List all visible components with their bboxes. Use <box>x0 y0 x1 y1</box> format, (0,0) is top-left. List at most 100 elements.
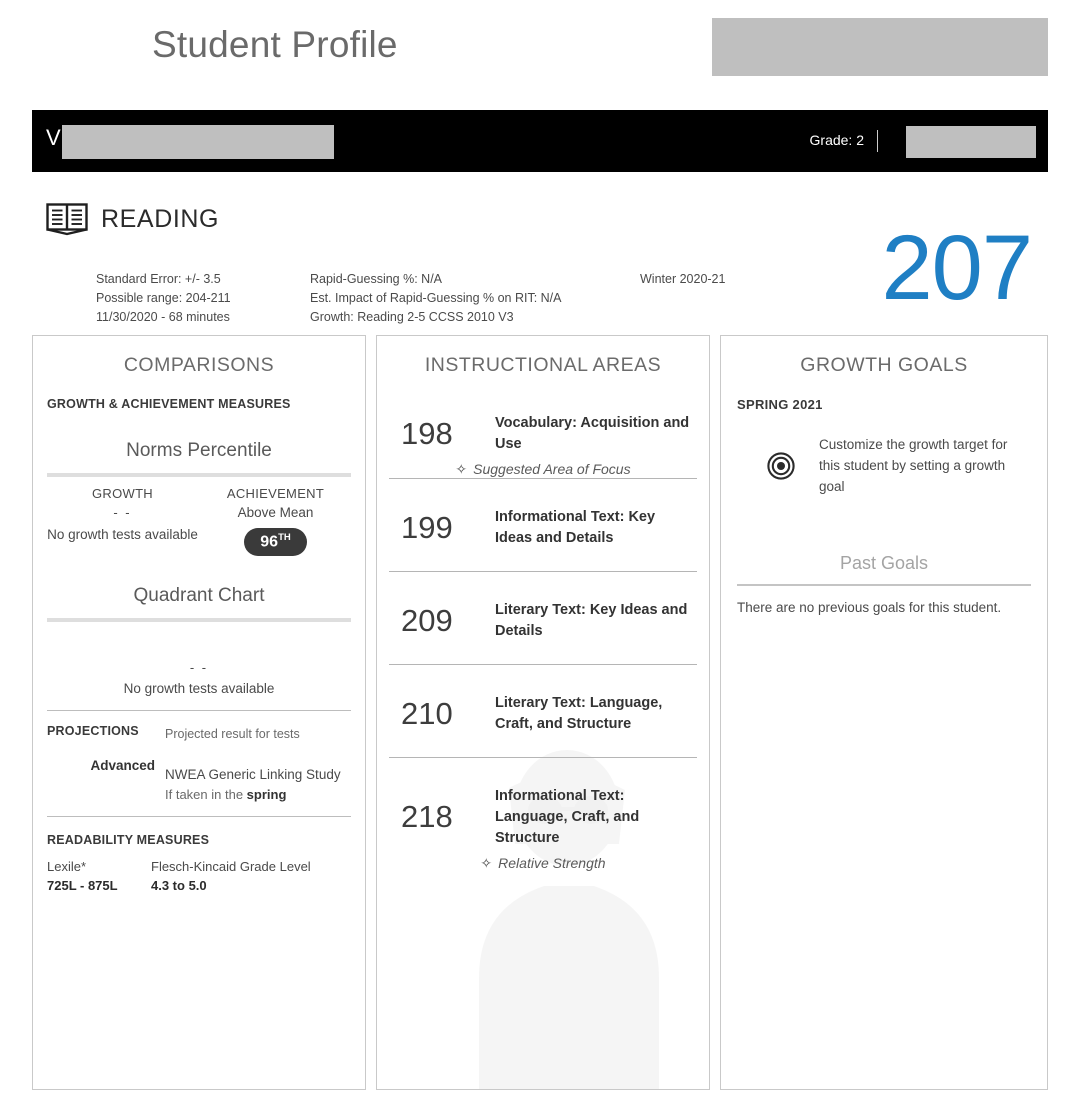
growth-achievement-label: GROWTH & ACHIEVEMENT MEASURES <box>47 397 291 411</box>
flesch-kincaid-value: 4.3 to 5.0 <box>151 878 207 894</box>
readability-grid: Lexile* 725L - 875L Flesch-Kincaid Grade… <box>47 859 351 893</box>
student-name-redaction-box <box>62 125 334 159</box>
growth-column: GROWTH - - No growth tests available <box>47 486 200 556</box>
projections-study: NWEA Generic Linking Study <box>165 767 341 783</box>
meta-rapid-guessing-impact: Est. Impact of Rapid-Guessing % on RIT: … <box>310 291 562 305</box>
percentile-suffix: TH <box>278 532 291 543</box>
page-title: Student Profile <box>152 24 398 65</box>
meta-possible-range: Possible range: 204-211 <box>96 291 231 305</box>
area-name: Literary Text: Key Ideas and Details <box>495 602 688 639</box>
growth-goals-panel-title: GROWTH GOALS <box>800 354 968 376</box>
area-score: 199 <box>401 509 453 545</box>
set-growth-goal-row[interactable]: Customize the growth target for this stu… <box>737 434 1031 497</box>
past-goals-divider <box>737 584 1031 586</box>
comparisons-panel-title: COMPARISONS <box>123 354 275 376</box>
past-goals-empty-message: There are no previous goals for this stu… <box>737 600 1002 615</box>
table-row: 199 Informational Text: Key Ideas and De… <box>377 507 709 549</box>
flesch-kincaid-column: Flesch-Kincaid Grade Level 4.3 to 5.0 <box>151 859 351 893</box>
area-score: 209 <box>401 602 453 638</box>
meta-standard-error: Standard Error: +/- 3.5 <box>96 272 221 286</box>
area-tag-label: Relative Strength <box>498 855 606 871</box>
growth-goal-term: SPRING 2021 <box>737 397 823 412</box>
table-row: 218 Informational Text: Language, Craft,… <box>377 786 709 849</box>
area-tag-label: Suggested Area of Focus <box>473 461 631 477</box>
report-panels: COMPARISONS GROWTH & ACHIEVEMENT MEASURE… <box>32 335 1048 1090</box>
instructional-area-item: 209 Literary Text: Key Ideas and Details <box>377 572 709 665</box>
meta-rapid-guessing: Rapid-Guessing %: N/A <box>310 272 443 286</box>
instructional-areas-list: 198 Vocabulary: Acquisition and Use ✧ Sug… <box>377 385 709 872</box>
projections-section: PROJECTIONS Advanced Projected result fo… <box>47 724 351 802</box>
customize-goal-text: Customize the growth target for this stu… <box>819 437 1008 494</box>
projections-description: Projected result for tests <box>165 727 300 742</box>
projections-right-column: Projected result for tests NWEA Generic … <box>165 724 351 802</box>
projections-top-divider <box>47 710 351 712</box>
grade-label: Grade: 2 <box>809 132 864 148</box>
instructional-areas-panel: INSTRUCTIONAL AREAS 198 Vocabulary: Acqu… <box>376 335 710 1090</box>
sparkle-icon: ✧ <box>480 855 493 871</box>
projections-label: PROJECTIONS <box>47 724 139 739</box>
instructional-panel-title: INSTRUCTIONAL AREAS <box>424 354 662 376</box>
metadata-column-1: Standard Error: +/- 3.5 Possible range: … <box>96 270 231 327</box>
report-header: Student Profile <box>0 0 1080 100</box>
growth-title: GROWTH <box>91 486 153 501</box>
instructional-area-item: 198 Vocabulary: Acquisition and Use ✧ Sug… <box>377 385 709 479</box>
growth-achievement-grid: GROWTH - - No growth tests available ACH… <box>47 486 351 557</box>
rit-score: 207 <box>881 217 1033 319</box>
area-name: Informational Text: Language, Craft, and… <box>495 788 640 846</box>
growth-note: No growth tests available <box>47 527 198 542</box>
projections-condition: If taken in the spring <box>165 787 351 802</box>
sparkle-icon: ✧ <box>455 461 468 477</box>
achievement-descriptor: Above Mean <box>237 505 314 520</box>
lexile-value: 725L - 875L <box>47 878 118 894</box>
quadrant-note: No growth tests available <box>123 681 275 697</box>
school-redaction-box <box>906 126 1036 158</box>
area-name: Literary Text: Language, Craft, and Stru… <box>495 695 663 732</box>
metadata-column-2: Rapid-Guessing %: N/A Est. Impact of Rap… <box>310 270 562 327</box>
row-divider <box>389 757 697 758</box>
student-initial: V <box>46 125 61 150</box>
meta-test-date-duration: 11/30/2020 - 68 minutes <box>96 310 230 324</box>
area-score: 198 <box>401 415 453 451</box>
row-divider <box>389 478 697 479</box>
table-row: 209 Literary Text: Key Ideas and Details <box>377 600 709 642</box>
metadata-column-3: Winter 2020-21 <box>640 270 725 289</box>
area-tag: ✧ Suggested Area of Focus <box>377 455 709 478</box>
achievement-percentile-badge: 96TH <box>244 528 307 557</box>
meta-term: Winter 2020-21 <box>640 272 726 286</box>
quadrant-chart-heading: Quadrant Chart <box>133 585 265 607</box>
quadrant-dashes: - - <box>189 660 209 676</box>
readability-heading: READABILITY MEASURES <box>47 833 210 848</box>
quadrant-divider <box>47 618 351 623</box>
achievement-title: ACHIEVEMENT <box>226 486 325 501</box>
logo-redaction-box <box>712 18 1048 76</box>
student-profile-report: Student Profile V Grade: 2 READING 207 S… <box>0 0 1080 1120</box>
percentile-value: 96 <box>260 533 279 551</box>
condition-prefix: If taken in the <box>165 787 247 803</box>
comparisons-panel: COMPARISONS GROWTH & ACHIEVEMENT MEASURE… <box>32 335 366 1090</box>
lexile-column: Lexile* 725L - 875L <box>47 859 151 893</box>
bar-separator <box>877 130 878 152</box>
instructional-area-item: 210 Literary Text: Language, Craft, and … <box>377 665 709 758</box>
projections-value: Advanced <box>90 758 155 774</box>
instructional-area-item: 218 Informational Text: Language, Craft,… <box>377 758 709 872</box>
growth-dashes: - - <box>113 505 132 520</box>
open-book-icon <box>46 203 88 236</box>
achievement-column: ACHIEVEMENT Above Mean 96TH <box>200 486 351 557</box>
row-divider <box>389 571 697 572</box>
table-row: 198 Vocabulary: Acquisition and Use <box>377 413 709 455</box>
area-name: Informational Text: Key Ideas and Detail… <box>495 509 656 546</box>
norms-percentile-heading: Norms Percentile <box>126 440 272 461</box>
lexile-label: Lexile* <box>47 859 87 875</box>
growth-goals-panel: GROWTH GOALS SPRING 2021 Customize the g… <box>720 335 1048 1090</box>
readability-divider <box>47 816 351 818</box>
subject-name: READING <box>101 205 220 233</box>
meta-growth-norms: Growth: Reading 2-5 CCSS 2010 V3 <box>310 310 514 324</box>
area-tag: ✧ Relative Strength <box>377 849 709 872</box>
quadrant-empty-state: - - No growth tests available <box>47 660 351 696</box>
area-score: 218 <box>401 799 453 835</box>
condition-season: spring <box>246 787 287 803</box>
norms-divider <box>47 473 351 477</box>
area-name: Vocabulary: Acquisition and Use <box>495 415 690 452</box>
instructional-area-item: 199 Informational Text: Key Ideas and De… <box>377 479 709 572</box>
bullseye-target-icon <box>767 434 795 485</box>
